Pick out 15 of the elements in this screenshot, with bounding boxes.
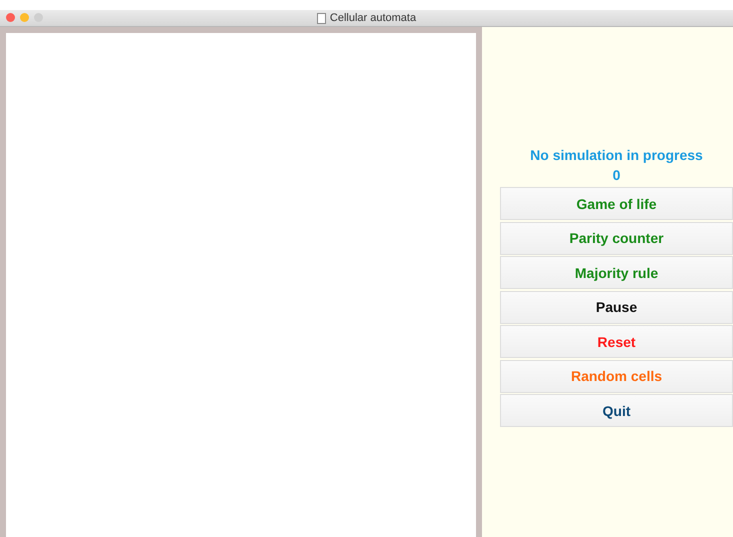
action-button[interactable]: Random cells bbox=[500, 360, 733, 392]
action-button[interactable]: Majority rule bbox=[500, 256, 733, 289]
zoom-icon[interactable] bbox=[34, 13, 43, 22]
cell-grid-canvas[interactable] bbox=[0, 27, 482, 537]
action-button[interactable]: Game of life bbox=[500, 187, 733, 220]
minimize-icon[interactable] bbox=[20, 13, 29, 22]
action-button[interactable]: Quit bbox=[500, 394, 733, 427]
generation-counter: 0 bbox=[612, 166, 622, 185]
action-button[interactable]: Pause bbox=[500, 290, 733, 324]
status-message: No simulation in progress bbox=[529, 146, 704, 165]
action-button[interactable]: Reset bbox=[500, 325, 733, 358]
close-icon[interactable] bbox=[6, 13, 15, 22]
document-icon bbox=[316, 12, 326, 24]
window-title: Cellular automata bbox=[330, 12, 416, 24]
action-button[interactable]: Parity counter bbox=[500, 222, 733, 254]
